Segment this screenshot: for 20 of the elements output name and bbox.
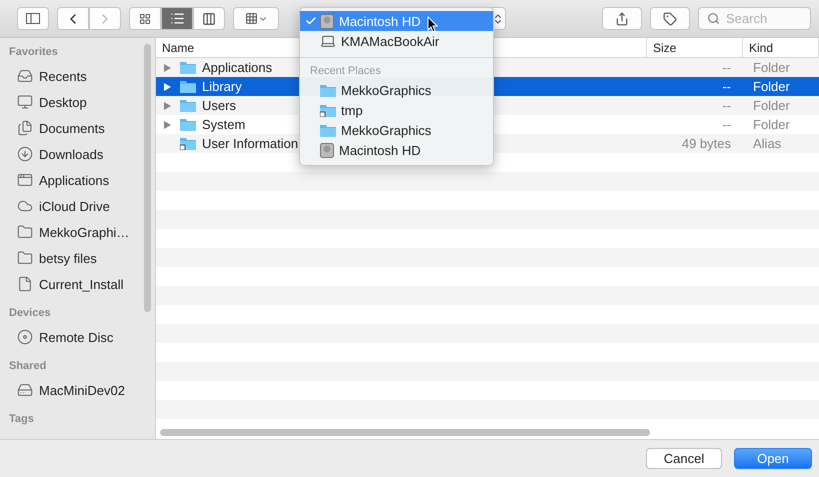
file-kind: Folder: [752, 98, 791, 113]
file-size: --: [721, 79, 732, 94]
file-kind: Folder: [752, 60, 791, 75]
sidebar-section-title: Favorites: [9, 46, 59, 58]
sidebar-section-title: Tags: [9, 413, 35, 425]
file-size: 49 bytes: [680, 136, 732, 151]
file-size: --: [721, 98, 732, 113]
file-kind: Folder: [752, 79, 791, 94]
file-name: Users: [202, 98, 236, 113]
file-kind: Alias: [752, 136, 782, 151]
file-name: System: [202, 117, 246, 132]
file-name: User Information: [202, 136, 298, 151]
sidebar-section-title: Devices: [9, 307, 52, 319]
file-size: --: [721, 60, 732, 75]
file-kind: Folder: [752, 117, 791, 132]
menu-section-title: Recent Places: [309, 64, 382, 79]
file-name: Library: [202, 79, 242, 94]
sidebar-section-title: Shared: [9, 360, 48, 372]
file-name: Applications: [202, 60, 272, 75]
file-size: --: [721, 117, 732, 132]
